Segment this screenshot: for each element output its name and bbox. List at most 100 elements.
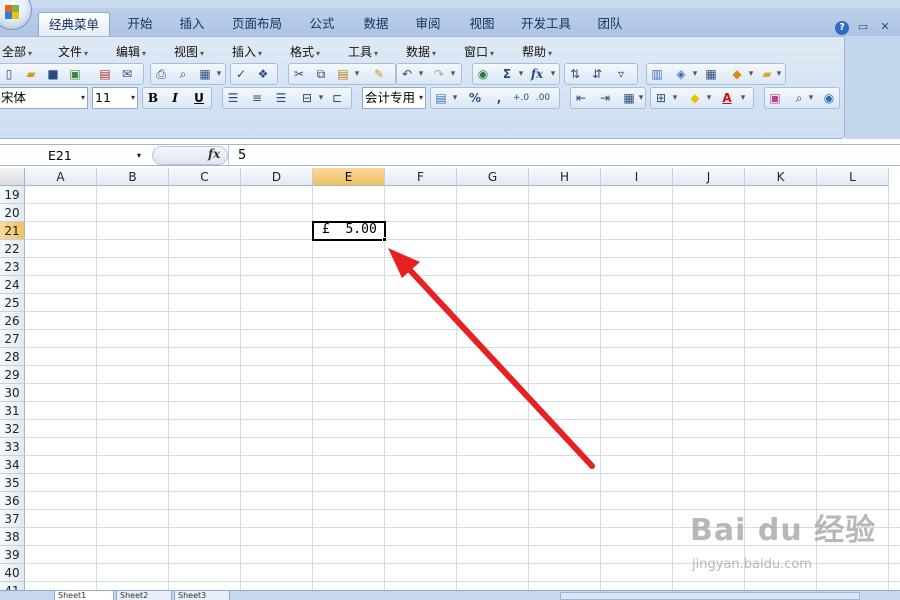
row-header-40[interactable]: 40 <box>0 564 25 582</box>
styles-icon[interactable]: ▣ <box>767 90 783 106</box>
insert-function-button[interactable]: fx <box>208 147 220 161</box>
row-header-24[interactable]: 24 <box>0 276 25 294</box>
save-icon[interactable]: ■ <box>45 66 61 82</box>
menu-all[interactable]: 全部 ▾ <box>2 43 32 60</box>
fill-handle[interactable] <box>382 237 387 242</box>
align-center-icon[interactable]: ≡ <box>249 90 265 106</box>
align-right-icon[interactable]: ☰ <box>273 90 289 106</box>
row-header-21[interactable]: 21 <box>0 222 25 240</box>
close-window-icon[interactable]: ✕ <box>878 20 892 34</box>
increase-indent-icon[interactable]: ⇥ <box>597 90 613 106</box>
italic-button[interactable]: I <box>167 90 183 106</box>
row-header-29[interactable]: 29 <box>0 366 25 384</box>
column-header-g[interactable]: G <box>457 168 529 186</box>
chevron-down-icon[interactable]: ▾ <box>353 66 361 82</box>
formula-input[interactable]: 5 <box>238 145 246 166</box>
row-header-23[interactable]: 23 <box>0 258 25 276</box>
chevron-down-icon[interactable]: ▾ <box>705 90 713 106</box>
row-header-19[interactable]: 19 <box>0 186 25 204</box>
row-header-32[interactable]: 32 <box>0 420 25 438</box>
shapes-icon[interactable]: ◆ <box>729 66 745 82</box>
row-header-28[interactable]: 28 <box>0 348 25 366</box>
chevron-down-icon[interactable]: ▾ <box>747 66 755 82</box>
help-icon[interactable]: ? <box>835 21 849 35</box>
tab-team[interactable]: 团队 <box>588 12 632 36</box>
selected-cell-e21[interactable]: £ 5.00 <box>312 221 386 241</box>
column-header-k[interactable]: K <box>745 168 817 186</box>
chevron-down-icon[interactable]: ▾ <box>451 90 459 106</box>
column-header-e[interactable]: E <box>313 168 385 186</box>
menu-insert[interactable]: 插入 ▾ <box>232 43 262 60</box>
row-header-33[interactable]: 33 <box>0 438 25 456</box>
merge-center-icon[interactable]: ⊟ <box>299 90 315 106</box>
chart-icon[interactable]: ▥ <box>649 66 665 82</box>
spelling-icon[interactable]: ✓ <box>233 66 249 82</box>
name-box[interactable]: E21 ▾ <box>0 145 150 166</box>
print-icon[interactable]: ⎙ <box>153 66 169 82</box>
tab-view[interactable]: 视图 <box>460 12 504 36</box>
permission-icon[interactable]: ▣ <box>67 66 83 82</box>
chevron-down-icon[interactable]: ▾ <box>137 145 141 166</box>
restore-window-icon[interactable]: ▭ <box>856 20 870 34</box>
column-header-a[interactable]: A <box>25 168 97 186</box>
tab-insert[interactable]: 插入 <box>170 12 214 36</box>
picture-icon[interactable]: ▰ <box>759 66 775 82</box>
row-header-22[interactable]: 22 <box>0 240 25 258</box>
chevron-down-icon[interactable]: ▾ <box>775 66 783 82</box>
row-header-26[interactable]: 26 <box>0 312 25 330</box>
font-size-select[interactable]: 11 ▾ <box>92 87 138 109</box>
row-header-35[interactable]: 35 <box>0 474 25 492</box>
column-header-f[interactable]: F <box>385 168 457 186</box>
column-header-l[interactable]: L <box>817 168 889 186</box>
cell-styles-icon[interactable]: ▦ <box>621 90 637 106</box>
sheet-tab-2[interactable]: Sheet2 <box>116 591 172 600</box>
thesaurus-icon[interactable]: ❖ <box>255 66 271 82</box>
row-header-41[interactable]: 41 <box>0 582 25 590</box>
sort-descending-icon[interactable]: ⇵ <box>589 66 605 82</box>
email-icon[interactable]: ✉ <box>119 66 135 82</box>
pdf-icon[interactable]: ▤ <box>97 66 113 82</box>
help-circle-icon[interactable]: ◉ <box>821 90 837 106</box>
select-all-corner[interactable] <box>0 168 25 186</box>
row-header-20[interactable]: 20 <box>0 204 25 222</box>
align-left-icon[interactable]: ☰ <box>225 90 241 106</box>
column-header-j[interactable]: J <box>673 168 745 186</box>
smartart-icon[interactable]: ◈ <box>673 66 689 82</box>
borders-icon[interactable]: ⊞ <box>653 90 669 106</box>
row-header-30[interactable]: 30 <box>0 384 25 402</box>
row-header-34[interactable]: 34 <box>0 456 25 474</box>
tab-page-layout[interactable]: 页面布局 <box>226 12 288 36</box>
sort-ascending-icon[interactable]: ⇅ <box>567 66 583 82</box>
column-header-d[interactable]: D <box>241 168 313 186</box>
menu-view[interactable]: 视图 ▾ <box>174 43 204 60</box>
bold-button[interactable]: B <box>145 90 161 106</box>
row-header-36[interactable]: 36 <box>0 492 25 510</box>
sheet-tab-3[interactable]: Sheet3 <box>174 591 230 600</box>
tab-review[interactable]: 审阅 <box>406 12 450 36</box>
tab-home[interactable]: 开始 <box>118 12 162 36</box>
cut-icon[interactable]: ✂ <box>291 66 307 82</box>
chevron-down-icon[interactable]: ▾ <box>549 66 557 82</box>
horizontal-scrollbar[interactable] <box>560 592 860 600</box>
tab-classic-menu[interactable]: 经典菜单 <box>38 12 110 36</box>
percent-button[interactable]: % <box>467 90 483 106</box>
find-icon[interactable]: ⌕ <box>791 90 807 106</box>
chevron-down-icon[interactable]: ▾ <box>517 66 525 82</box>
column-header-c[interactable]: C <box>169 168 241 186</box>
font-name-select[interactable]: 宋体 ▾ <box>0 87 88 109</box>
redo-icon[interactable]: ↷ <box>431 66 447 82</box>
undo-icon[interactable]: ↶ <box>399 66 415 82</box>
decrease-decimal-icon[interactable]: .00 <box>535 90 551 106</box>
menu-help[interactable]: 帮助 ▾ <box>522 43 552 60</box>
row-header-37[interactable]: 37 <box>0 510 25 528</box>
fill-color-icon[interactable]: ◆ <box>687 90 703 106</box>
new-document-icon[interactable]: ▯ <box>1 66 17 82</box>
row-header-27[interactable]: 27 <box>0 330 25 348</box>
row-header-38[interactable]: 38 <box>0 528 25 546</box>
number-format-select[interactable]: 会计专用 ▾ <box>362 87 426 109</box>
menu-tools[interactable]: 工具 ▾ <box>348 43 378 60</box>
underline-button[interactable]: U <box>191 90 207 106</box>
copy-icon[interactable]: ⧉ <box>313 66 329 82</box>
chevron-down-icon[interactable]: ▾ <box>637 90 645 106</box>
autosum-icon[interactable]: Σ <box>499 66 515 82</box>
